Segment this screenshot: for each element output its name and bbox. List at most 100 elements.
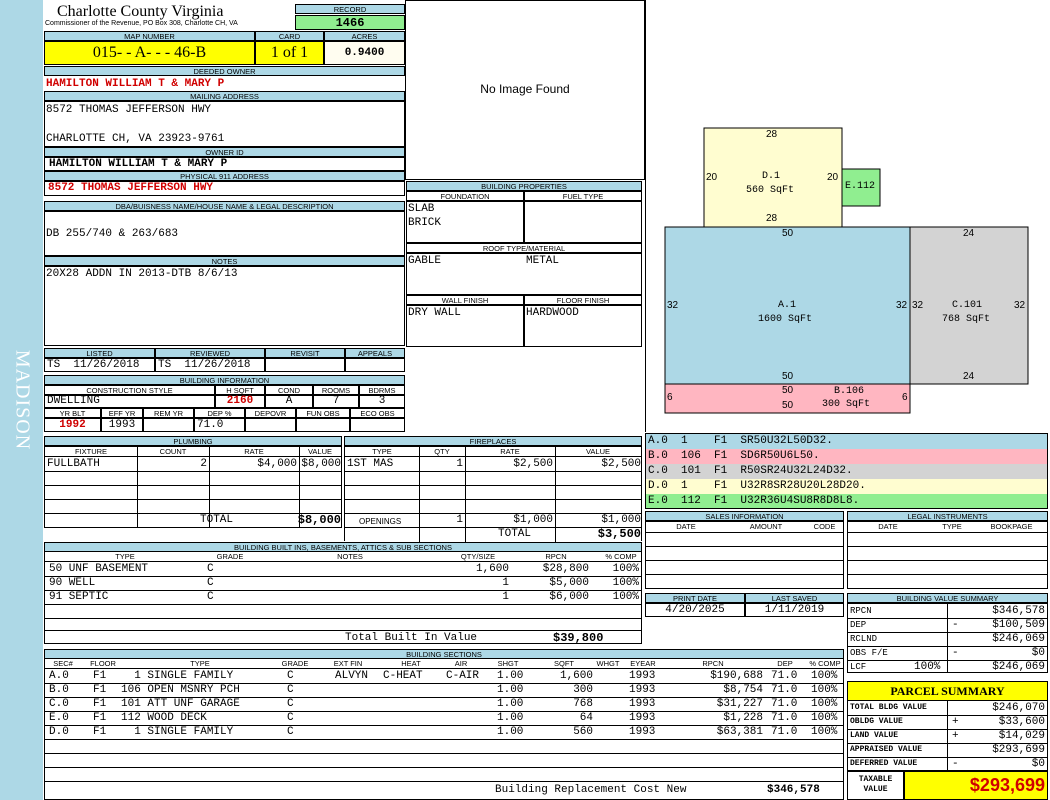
mailing-line2: CHARLOTTE CH, VA 23923-9761 — [46, 133, 225, 145]
appeals-label: APPEALS — [345, 348, 405, 358]
foundation-value-1: SLAB — [408, 203, 435, 215]
land-label: LAND VALUE — [850, 731, 899, 740]
sketch-sqft-c101: 768 SqFt — [942, 314, 991, 325]
legend-row: A.0 1 F1 SR50U32L50D32. — [646, 434, 1047, 449]
district-name: MADISON — [11, 349, 34, 451]
dim-c101-bottom: 24 — [963, 371, 975, 382]
builtin-rpcn: $6,000 — [549, 591, 589, 603]
sections-title: BUILDING SECTIONS — [44, 649, 844, 659]
type-cell: 106 OPEN MSNRY PCH — [121, 684, 240, 696]
builtins-table: TYPE GRADE NOTES QTY/SIZE RPCN % COMP 50… — [44, 552, 642, 645]
shgt-cell: 1.00 — [497, 698, 524, 710]
comp-cell: 100% — [811, 670, 838, 682]
listed-date: TS 11/26/2018 — [44, 358, 155, 372]
obldg-label: OBLDG VALUE — [850, 717, 903, 726]
listed-label: LISTED — [44, 348, 155, 358]
dep-cell: 71.0 — [771, 726, 798, 738]
sqft-header: SQFT — [554, 659, 574, 668]
construction-style: DWELLING — [44, 395, 215, 408]
rpcn-cell: $8,754 — [723, 684, 763, 696]
depreciation-pct: 71.0 — [194, 418, 245, 432]
table-row: C.0 F1 101 ATT UNF GARAGE C 1.00 768 199… — [45, 697, 843, 711]
heated-sqft: 2160 — [215, 395, 265, 408]
extfin-cell: ALVYN — [335, 670, 369, 682]
physical-address: 8572 THOMAS JEFFERSON HWY — [44, 181, 405, 196]
builtin-type: 91 SEPTIC — [49, 591, 109, 603]
fireplace-qty-header: QTY — [434, 447, 450, 456]
card-label: CARD — [255, 31, 324, 41]
plumbing-fixture: FULLBATH — [47, 458, 100, 470]
appraised-value: $293,699 — [992, 744, 1045, 756]
bedrooms: 3 — [359, 395, 405, 408]
legal-instruments-title: LEGAL INSTRUMENTS — [847, 511, 1048, 521]
acres-value: 0.9400 — [324, 41, 405, 65]
floor-cell: F1 — [93, 684, 107, 696]
floor-finish-label: FLOOR FINISH — [524, 295, 642, 305]
builtins-total-label: Total Built In Value — [345, 632, 478, 644]
legal-description: DB 255/740 & 263/683 — [46, 228, 179, 240]
taxable-value: $293,699 — [904, 771, 1048, 800]
grade-cell: C — [287, 698, 294, 710]
fireplaces-table: TYPE QTY RATE VALUE 1ST MAS 1 $2,500 $2,… — [344, 446, 642, 542]
eyear-cell: 1993 — [629, 670, 656, 682]
heat-header: HEAT — [401, 659, 421, 668]
owner-id: HAMILTON WILLIAM T & MARY P — [44, 157, 405, 171]
parcel-summary-title: PARCEL SUMMARY — [847, 681, 1048, 701]
grade-cell: C — [287, 712, 294, 724]
acres-label: ACRES — [324, 31, 405, 41]
replacement-cost-label: Building Replacement Cost New — [495, 784, 687, 796]
air-header: AIR — [454, 659, 468, 668]
district-sidebar: MADISON — [0, 0, 43, 800]
builtin-type: 90 WELL — [49, 577, 96, 589]
lcf-pct: 100% — [914, 661, 941, 673]
notes-label: NOTES — [44, 256, 405, 266]
notes-text: 20X28 ADDN IN 2013-DTB 8/6/13 — [46, 268, 238, 280]
bdrms-label: BDRMS — [359, 385, 405, 395]
grade-cell: C — [287, 684, 294, 696]
builtins-notes-header: NOTES — [337, 552, 363, 561]
builtin-grade: C — [207, 577, 214, 589]
revisit-label: REVISIT — [265, 348, 345, 358]
table-row: 91 SEPTIC C 1 $6,000 100% — [45, 590, 641, 604]
plumbing-title: PLUMBING — [44, 436, 342, 446]
table-row: 50 UNF BASEMENT C 1,600 $28,800 100% — [45, 562, 641, 576]
legend-row: D.0 1 F1 U32R8SR28U20L28D20. — [646, 479, 1047, 494]
builtin-comp: 100% — [612, 563, 639, 575]
plumbing-fixture-header: FIXTURE — [74, 447, 108, 456]
lcf-value: $246,069 — [992, 661, 1045, 673]
comp-header: % COMP — [809, 659, 841, 668]
builtins-qty-header: QTY/SIZE — [460, 552, 496, 561]
commissioner-address: Commissioner of the Revenue, PO Box 308,… — [45, 20, 238, 27]
builtin-qty: 1,600 — [475, 563, 509, 575]
fireplace-rate-header: RATE — [500, 447, 520, 456]
dim-a1-bottom: 50 — [782, 371, 794, 382]
floor-cell: F1 — [93, 670, 107, 682]
hsqft-label: H SQFT — [215, 385, 265, 395]
builtins-type-header: TYPE — [115, 552, 135, 561]
deferred-value: $0 — [1031, 758, 1045, 770]
table-row: E.0 F1 112 WOOD DECK C 1.00 64 1993 $1,2… — [45, 711, 843, 725]
type-header: TYPE — [190, 659, 210, 668]
record-label: RECORD — [295, 4, 405, 14]
sales-date-header: DATE — [676, 522, 696, 531]
type-cell: 101 ATT UNF GARAGE — [121, 698, 240, 710]
legal-date-header: DATE — [878, 522, 898, 531]
sketch-label-e112: E.112 — [845, 181, 876, 192]
sketch-sqft-a1: 1600 SqFt — [758, 314, 813, 325]
sqft-cell: 1,600 — [559, 670, 593, 682]
building-properties-title: BUILDING PROPERTIES — [406, 181, 642, 191]
table-row: A.0 F1 1 SINGLE FAMILY C ALVYN C-HEAT C-… — [45, 669, 843, 683]
plumbing-count: 2 — [200, 458, 207, 470]
fireplace-rate: $2,500 — [513, 458, 553, 470]
sales-title: SALES INFORMATION — [645, 511, 844, 521]
dim-a1-left: 32 — [667, 300, 679, 311]
builtin-rpcn: $5,000 — [549, 577, 589, 589]
sketch-label-d1: D.1 — [762, 171, 781, 182]
eyear-header: EYEAR — [630, 659, 656, 668]
legend-row: E.0 112 F1 U32R36U4SU8R8D8L8. — [646, 494, 1047, 508]
roof-box — [406, 253, 642, 295]
taxable-label-box: TAXABLE VALUE — [847, 771, 904, 800]
comp-cell: 100% — [811, 712, 838, 724]
owner-id-label: OWNER ID — [44, 147, 405, 157]
construction-style-label: CONSTRUCTION STYLE — [44, 385, 215, 395]
